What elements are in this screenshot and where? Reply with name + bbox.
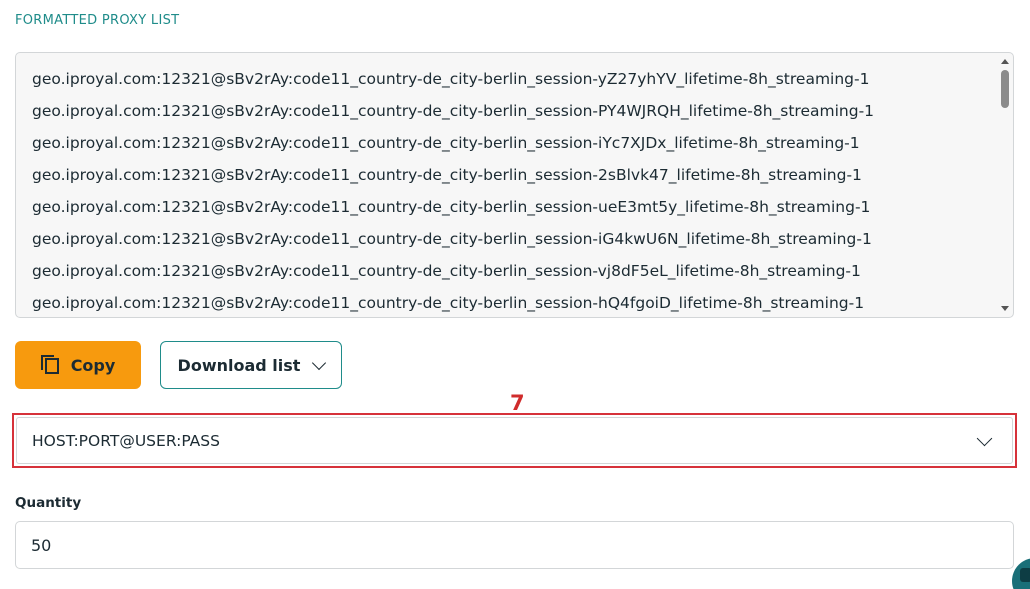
scroll-thumb[interactable] xyxy=(1001,70,1009,108)
download-list-button[interactable]: Download list xyxy=(160,341,342,389)
proxy-list-line: geo.iproyal.com:12321@sBv2rAy:code11_cou… xyxy=(32,70,870,88)
proxy-list-line: geo.iproyal.com:12321@sBv2rAy:code11_cou… xyxy=(32,230,872,248)
proxy-list-line: geo.iproyal.com:12321@sBv2rAy:code11_cou… xyxy=(32,262,861,280)
section-label: FORMATTED PROXY LIST xyxy=(15,13,180,28)
copy-button[interactable]: Copy xyxy=(15,341,141,389)
chevron-down-icon xyxy=(312,355,327,370)
proxy-list-line: geo.iproyal.com:12321@sBv2rAy:code11_cou… xyxy=(32,134,860,152)
quantity-label: Quantity xyxy=(15,495,82,511)
download-list-label: Download list xyxy=(177,355,301,375)
proxy-list-line: geo.iproyal.com:12321@sBv2rAy:code11_cou… xyxy=(32,166,862,184)
scroll-up-arrow-icon[interactable] xyxy=(1001,59,1009,64)
annotation-number: 7 xyxy=(510,391,525,415)
proxy-generator-panel: FORMATTED PROXY LIST geo.iproyal.com:123… xyxy=(0,0,1030,589)
chat-widget-icon[interactable] xyxy=(1012,558,1030,589)
proxy-list-lines: geo.iproyal.com:12321@sBv2rAy:code11_cou… xyxy=(32,63,989,317)
proxy-list-textarea[interactable]: geo.iproyal.com:12321@sBv2rAy:code11_cou… xyxy=(15,52,1014,318)
proxy-list-line: geo.iproyal.com:12321@sBv2rAy:code11_cou… xyxy=(32,102,875,120)
proxy-list-line: geo.iproyal.com:12321@sBv2rAy:code11_cou… xyxy=(32,198,871,216)
scroll-down-arrow-icon[interactable] xyxy=(1001,306,1009,311)
copy-button-label: Copy xyxy=(70,355,116,375)
quantity-input[interactable] xyxy=(15,521,1014,569)
proxy-format-value: HOST:PORT@USER:PASS xyxy=(32,431,220,450)
scrollbar[interactable] xyxy=(999,55,1011,315)
chevron-down-icon xyxy=(976,430,993,446)
proxy-format-select[interactable]: HOST:PORT@USER:PASS xyxy=(16,417,1013,464)
copy-icon xyxy=(40,355,61,375)
proxy-list-line: geo.iproyal.com:12321@sBv2rAy:code11_cou… xyxy=(32,294,865,312)
